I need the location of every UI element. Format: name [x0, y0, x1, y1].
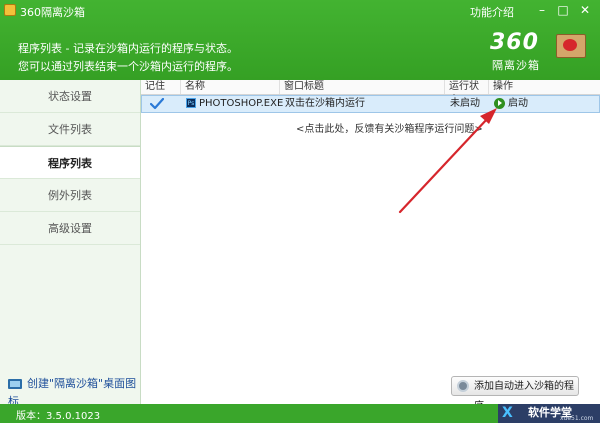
play-icon: [494, 97, 505, 109]
logo-number: 360: [490, 30, 539, 55]
column-header-remember[interactable]: 记住: [141, 80, 181, 94]
start-label: 启动: [508, 98, 528, 109]
logo-text: 隔离沙箱: [492, 59, 540, 72]
feedback-link[interactable]: <点击此处，反馈有关沙箱程序运行问题>: [296, 120, 483, 135]
minimize-icon[interactable]: –: [532, 1, 552, 19]
sidebar-item-file-list[interactable]: 文件列表: [0, 113, 140, 146]
sidebar-item-exception-list[interactable]: 例外列表: [0, 179, 140, 212]
sidebar-item-label: 程序列表: [48, 157, 92, 170]
sandbox-box-icon: [556, 34, 586, 58]
create-desktop-shortcut-link[interactable]: 创建"隔离沙箱"桌面图标: [8, 375, 140, 408]
brand-logo-icon: X: [502, 405, 513, 421]
maximize-icon[interactable]: □: [553, 1, 573, 19]
table-row[interactable]: Ps PHOTOSHOP.EXE 双击在沙箱内运行 未启动 启动: [141, 95, 600, 113]
title-bar[interactable]: 360隔离沙箱 功能介绍 – □ ✕: [0, 0, 600, 22]
program-name: PHOTOSHOP.EXE: [199, 98, 284, 109]
status-bar: 版本：3.5.0.1023 X 软件学堂 xue51.com: [0, 404, 600, 423]
header-description: 程序列表 - 记录在沙箱内运行的程序与状态。: [18, 42, 238, 55]
window-title: 360隔离沙箱: [20, 6, 85, 19]
program-name-cell: Ps PHOTOSHOP.EXE: [186, 96, 283, 112]
sidebar-item-status-settings[interactable]: 状态设置: [0, 80, 140, 113]
app-icon: [4, 4, 16, 16]
add-auto-sandbox-program-button[interactable]: 添加自动进入沙箱的程序: [451, 376, 579, 412]
start-button[interactable]: 启动: [494, 96, 528, 112]
sidebar: 状态设置 文件列表 程序列表 例外列表 高级设置 创建"隔离沙箱"桌面图标: [0, 80, 141, 408]
column-header-window-title[interactable]: 窗口标题: [280, 80, 445, 94]
table-header: 记住 名称 窗口标题 运行状态 操作: [141, 80, 600, 106]
program-list-panel: 记住 名称 窗口标题 运行状态 操作 PsPHOTOSHOP.EXE 双击在沙箱…: [141, 80, 600, 412]
version-label: 版本：3.5.0.1023: [16, 411, 101, 422]
sidebar-item-label: 文件列表: [48, 123, 92, 136]
photoshop-icon: Ps: [186, 98, 196, 108]
watermark-logo: X 软件学堂 xue51.com: [498, 404, 600, 423]
column-header-action[interactable]: 操作: [489, 80, 600, 94]
sidebar-item-program-list[interactable]: 程序列表: [0, 146, 140, 179]
gear-icon: [457, 380, 469, 392]
checkmark-icon[interactable]: [150, 98, 164, 110]
sidebar-item-label: 状态设置: [48, 90, 92, 103]
product-logo: 360 隔离沙箱: [490, 30, 590, 76]
brand-url: xue51.com: [560, 415, 594, 422]
sandbox-window: 360隔离沙箱 功能介绍 – □ ✕ 程序列表 - 记录在沙箱内运行的程序与状态…: [0, 0, 600, 423]
header: 360隔离沙箱 功能介绍 – □ ✕ 程序列表 - 记录在沙箱内运行的程序与状态…: [0, 0, 600, 80]
status-cell: 未启动: [450, 98, 480, 109]
sidebar-item-label: 高级设置: [48, 222, 92, 235]
column-header-status[interactable]: 运行状态: [445, 80, 489, 106]
close-icon[interactable]: ✕: [575, 1, 595, 19]
monitor-icon: [8, 379, 22, 389]
window-title-cell: 双击在沙箱内运行: [285, 98, 365, 109]
feature-intro-menu[interactable]: 功能介绍: [470, 4, 514, 20]
header-hint: 您可以通过列表结束一个沙箱内运行的程序。: [18, 60, 238, 73]
sidebar-item-advanced-settings[interactable]: 高级设置: [0, 212, 140, 245]
column-header-name[interactable]: 名称: [181, 80, 280, 94]
sidebar-item-label: 例外列表: [48, 189, 92, 202]
